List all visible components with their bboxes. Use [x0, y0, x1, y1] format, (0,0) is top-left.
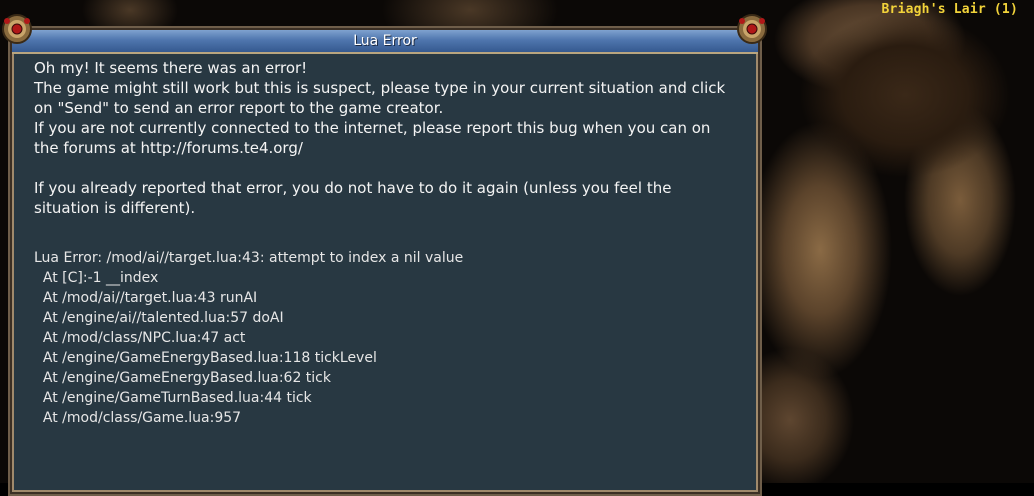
error-message: Oh my! It seems there was an error! The …: [34, 58, 734, 218]
message-line: Oh my! It seems there was an error!: [34, 59, 308, 77]
error-traceback: Lua Error: /mod/ai//target.lua:43: attem…: [34, 248, 734, 428]
message-line: The game might still work but this is su…: [34, 79, 726, 117]
traceback-line: At /mod/class/Game.lua:957: [34, 410, 242, 426]
dialog-titlebar[interactable]: Lua Error: [12, 30, 758, 54]
traceback-line: At /mod/class/NPC.lua:47 act: [34, 330, 246, 346]
message-line: If you already reported that error, you …: [34, 179, 672, 217]
zone-name-label: Briagh's Lair (1): [881, 2, 1018, 17]
gem-ornament-icon: [2, 14, 32, 44]
traceback-line: At /engine/ai//talented.lua:57 doAI: [34, 310, 284, 326]
traceback-line: Lua Error: /mod/ai//target.lua:43: attem…: [34, 250, 464, 266]
dialog-title: Lua Error: [353, 33, 417, 49]
message-line: If you are not currently connected to th…: [34, 119, 711, 157]
traceback-line: At /engine/GameEnergyBased.lua:118 tickL…: [34, 350, 377, 366]
traceback-line: At [C]:-1 __index: [34, 270, 159, 286]
traceback-line: At /engine/GameEnergyBased.lua:62 tick: [34, 370, 331, 386]
traceback-line: At /mod/ai//target.lua:43 runAI: [34, 290, 258, 306]
dialog-content: Oh my! It seems there was an error! The …: [34, 58, 734, 428]
traceback-line: At /engine/GameTurnBased.lua:44 tick: [34, 390, 312, 406]
gem-ornament-icon: [737, 14, 767, 44]
